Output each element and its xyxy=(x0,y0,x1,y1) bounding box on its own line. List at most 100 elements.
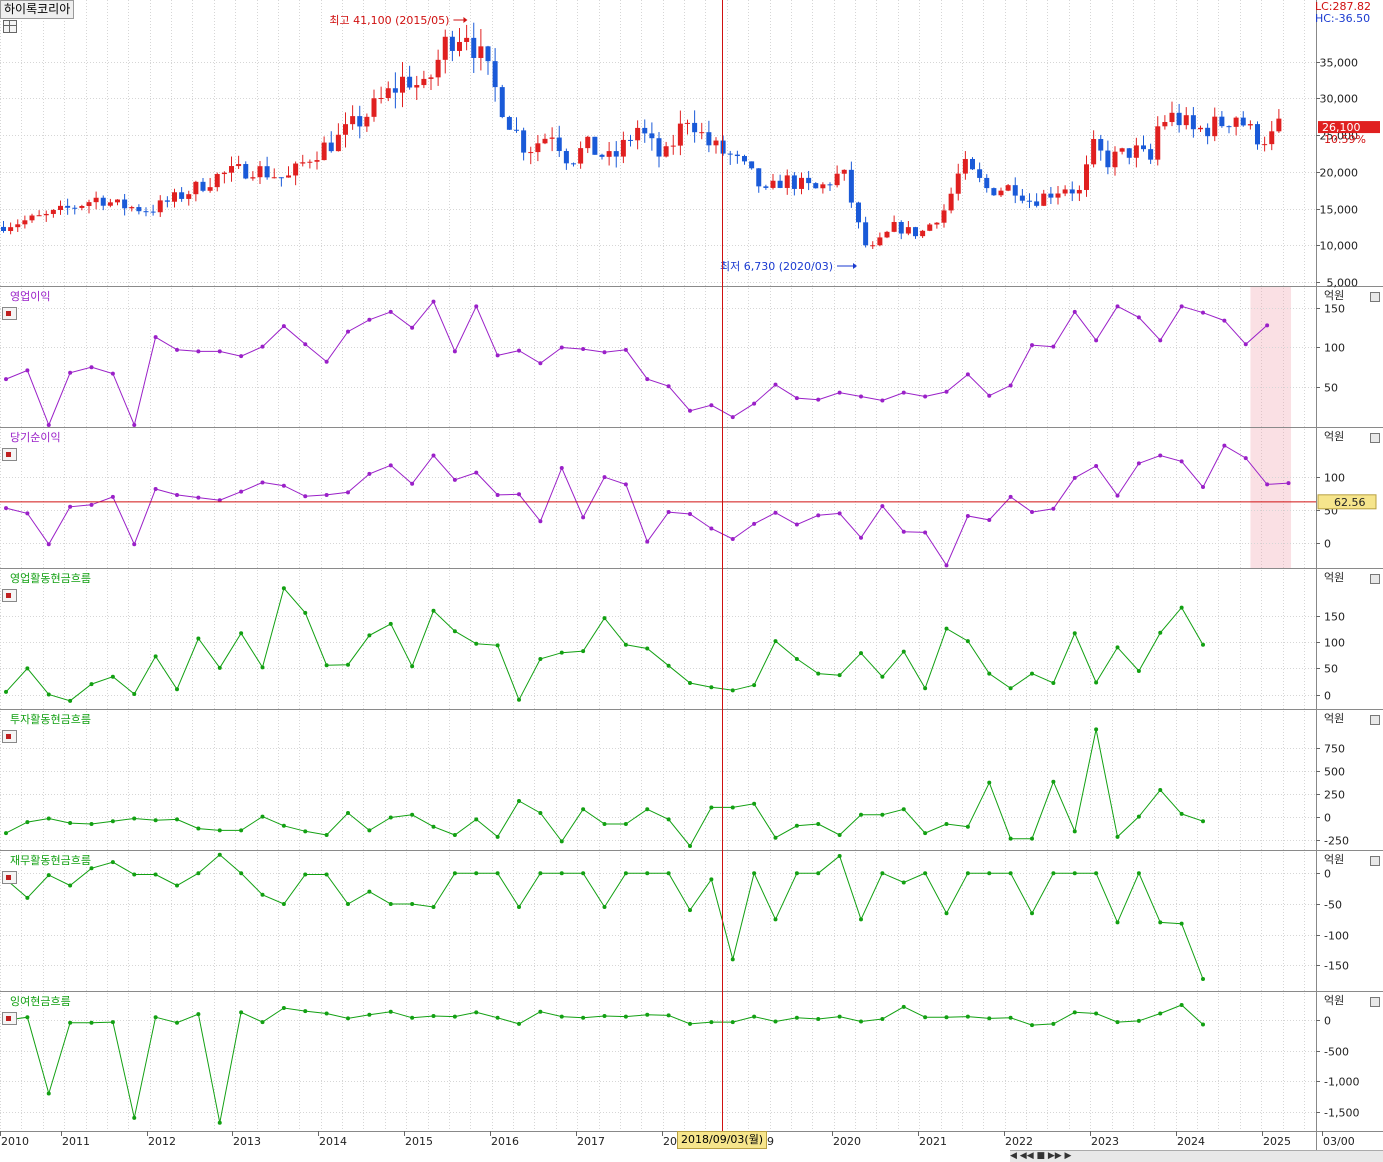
data-point xyxy=(1008,836,1013,841)
candle-body xyxy=(1141,145,1146,150)
y-tick-label: 0 xyxy=(1324,690,1331,703)
candle-body xyxy=(1,226,6,231)
data-point xyxy=(944,389,949,394)
panel-title-financing-cf: 재무활동현금흐름 xyxy=(10,854,91,867)
panel-close-icon[interactable] xyxy=(1370,715,1380,725)
candle-body xyxy=(514,129,519,131)
data-point xyxy=(645,871,650,876)
data-point xyxy=(623,871,628,876)
candle-body xyxy=(528,152,534,154)
y-tick-label: 250 xyxy=(1324,789,1345,802)
panel-close-icon[interactable] xyxy=(1370,574,1380,584)
panel-settings-icon[interactable] xyxy=(2,871,17,884)
data-point xyxy=(1158,453,1163,458)
navigator-buttons[interactable]: ◀ ◀◀ ■ ▶▶ ▶ xyxy=(1010,1151,1071,1161)
y-tick-label: -1,000 xyxy=(1324,1076,1359,1089)
panel-settings-icon[interactable] xyxy=(2,1012,17,1025)
data-point xyxy=(965,372,970,377)
candle-body xyxy=(65,205,71,208)
x-tick-label: 2022 xyxy=(1005,1135,1033,1148)
candle-body xyxy=(563,151,569,164)
candle-body xyxy=(727,153,733,155)
candle-body xyxy=(934,222,940,225)
data-point xyxy=(859,812,863,817)
panel-close-icon[interactable] xyxy=(1370,856,1380,866)
panel-title-operating-profit: 영업이익 xyxy=(10,290,51,303)
data-point xyxy=(1222,318,1227,323)
data-point xyxy=(388,901,393,906)
data-point xyxy=(688,512,692,517)
data-point xyxy=(1115,920,1120,925)
x-tick-label: 2023 xyxy=(1091,1135,1119,1148)
candle-body xyxy=(535,143,541,153)
candle-body xyxy=(129,207,135,209)
candle-body xyxy=(392,88,398,93)
candle-body xyxy=(442,36,448,60)
candle-body xyxy=(834,173,840,186)
data-point xyxy=(410,481,415,486)
candle-body xyxy=(485,46,491,62)
data-point xyxy=(645,539,650,544)
y-tick-label: 30,000 xyxy=(1320,93,1359,106)
candle-body xyxy=(357,116,363,127)
candle-body xyxy=(22,220,28,225)
data-point xyxy=(944,821,949,826)
panel-settings-icon[interactable] xyxy=(2,307,17,320)
data-point xyxy=(923,831,928,836)
candle-body xyxy=(43,213,49,216)
series-line xyxy=(5,587,1204,702)
candle-body xyxy=(428,77,434,79)
panel-settings-icon[interactable] xyxy=(2,730,17,743)
price-low-annotation: 최저 6,730 (2020/03) xyxy=(720,260,833,273)
data-point xyxy=(538,810,543,815)
data-point xyxy=(25,511,30,516)
data-point xyxy=(110,371,115,376)
data-point xyxy=(1072,631,1077,636)
data-point xyxy=(260,665,265,670)
data-point xyxy=(623,347,628,352)
data-point xyxy=(581,1015,586,1020)
candle-body xyxy=(898,221,904,234)
data-point xyxy=(752,801,757,806)
data-point xyxy=(46,873,51,878)
y-tick-label: -100 xyxy=(1324,930,1349,943)
candle-body xyxy=(200,181,206,191)
data-point xyxy=(281,483,286,488)
data-point xyxy=(752,521,757,526)
x-tick-label: 2017 xyxy=(577,1135,605,1148)
data-point xyxy=(431,608,436,613)
data-point xyxy=(196,871,201,876)
panel-settings-icon[interactable] xyxy=(2,448,17,461)
stock-chart-canvas[interactable]: 5,00010,00015,00020,00025,00030,00035,00… xyxy=(0,0,1383,1161)
candle-body xyxy=(941,210,947,223)
panel-settings-icon[interactable] xyxy=(2,589,17,602)
data-point xyxy=(474,1010,479,1015)
candle-body xyxy=(122,199,128,209)
data-point xyxy=(303,872,308,877)
data-point xyxy=(346,810,350,815)
data-point xyxy=(153,872,158,877)
data-point xyxy=(837,832,842,837)
data-point xyxy=(1094,727,1099,732)
candle-body xyxy=(1169,112,1175,123)
candle-body xyxy=(856,202,861,223)
data-point xyxy=(1051,506,1056,511)
candle-body xyxy=(293,163,299,176)
candle-body xyxy=(1098,139,1104,151)
data-point xyxy=(196,636,201,641)
data-point xyxy=(303,342,308,347)
data-point xyxy=(303,829,308,834)
stock-name-label[interactable]: 하이록코리아 xyxy=(0,0,75,19)
panel-close-icon[interactable] xyxy=(1370,292,1380,302)
chart-navigator[interactable]: ◀ ◀◀ ■ ▶▶ ▶ xyxy=(1010,1150,1383,1162)
candle-body xyxy=(592,136,598,155)
reference-value-label: 62.56 xyxy=(1334,496,1366,509)
data-point xyxy=(281,901,286,906)
panel-title-free-cf: 잉여현금흐름 xyxy=(10,995,71,1008)
data-point xyxy=(217,852,222,857)
panel-close-icon[interactable] xyxy=(1370,433,1380,443)
panel-close-icon[interactable] xyxy=(1370,997,1380,1007)
table-view-icon[interactable] xyxy=(3,20,17,33)
data-point xyxy=(1072,829,1077,834)
candle-body xyxy=(863,222,869,246)
